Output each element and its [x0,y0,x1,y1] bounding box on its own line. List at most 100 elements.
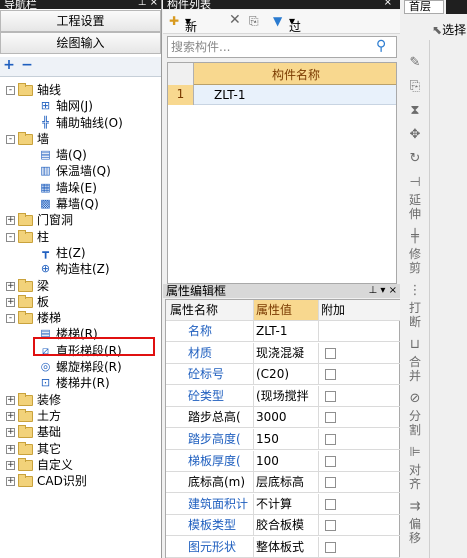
property-row[interactable]: 踏步高度(150 [166,429,401,450]
tool-label[interactable]: 合并 [408,355,422,383]
expand-icon[interactable]: + [6,395,15,405]
tree-item[interactable]: + 基础 [0,424,161,440]
tree-item[interactable]: + 板 [0,294,161,310]
split-icon[interactable]: ⊘ [404,391,426,406]
filter-button[interactable]: 过滤▾ [289,14,301,51]
collapse-icon[interactable]: - [6,232,15,242]
tree-item[interactable]: ▦ 墙垛(E) [0,180,161,196]
property-value[interactable]: (C20) [253,364,318,385]
tree-item[interactable]: + 其它 [0,441,161,457]
collapse-icon[interactable]: - [6,86,15,95]
property-value[interactable]: 胶合板模 [253,515,318,536]
tool-label[interactable]: 打断 [408,301,422,329]
property-row[interactable]: 图元形状 整体板式 [166,537,401,558]
expand-icon[interactable]: + [6,281,15,291]
move-icon[interactable]: ✥ [404,127,426,142]
property-value[interactable]: 3000 [253,407,318,428]
new-button[interactable]: 新建▾ [185,14,197,51]
expand-icon[interactable]: + [6,428,15,438]
property-value[interactable]: ZLT-1 [253,321,318,341]
table-row[interactable]: 1 ZLT-1 [168,85,396,105]
floor-selector[interactable]: 首层 [404,0,444,14]
extra-checkbox[interactable] [325,412,336,424]
property-row[interactable]: 底标高(m) 层底标高 [166,472,401,494]
property-row[interactable]: 建筑面积计 不计算 [166,493,401,515]
collapse-icon[interactable]: - [6,134,15,144]
extra-checkbox[interactable] [325,434,336,445]
property-value[interactable]: 100 [253,450,318,471]
expand-icon[interactable]: + [6,444,15,454]
property-row[interactable]: 梯板厚度(100 [166,450,401,472]
expand-icon[interactable]: + [6,411,15,421]
extra-checkbox[interactable] [325,455,336,467]
panel-close-icon[interactable]: × [384,0,392,8]
expand-icon[interactable]: + [6,477,15,487]
tool-label[interactable]: 对齐 [408,463,422,491]
collapse-all-icon[interactable]: − [20,58,34,73]
tree-item[interactable]: -墙 [0,131,161,147]
tree-item[interactable]: + 门窗洞 [0,212,161,228]
project-settings-button[interactable]: 工程设置 [0,10,161,32]
expand-icon[interactable]: + [6,460,15,470]
tree-item[interactable]: - 轴线 [0,82,161,98]
select-button[interactable]: ⬉选择 [432,20,467,40]
expand-icon[interactable]: + [6,297,15,307]
tree-item[interactable]: + 土方 [0,408,161,424]
extra-checkbox[interactable] [325,477,336,489]
property-value[interactable]: (现场搅拌 [253,385,318,406]
property-value[interactable]: 整体板式 [253,537,318,557]
tool-label[interactable]: 偏移 [408,517,422,545]
tool-label[interactable]: 修剪 [408,247,422,275]
tree-item[interactable]: + CAD识别 [0,473,161,489]
property-row[interactable]: 名称 ZLT-1 [166,321,401,342]
extend-icon[interactable]: ⊣ [404,175,426,190]
extra-checkbox[interactable] [325,369,336,381]
tree-item[interactable]: ▩ 幕墙(Q) [0,196,161,212]
align-icon[interactable]: ⊫ [404,445,426,460]
tree-item[interactable]: ◎ 螺旋梯段(R) [0,359,161,375]
property-row[interactable]: 砼标号 (C20) [166,364,401,386]
property-row[interactable]: 踏步总高(3000 [166,407,401,429]
drawing-input-button[interactable]: 绘图输入 [0,32,161,54]
extra-checkbox[interactable] [325,347,336,359]
tree-item[interactable]: ╬ 辅助轴线(O) [0,115,161,131]
property-panel-controls[interactable]: ⊥ ▾ × [369,284,397,298]
search-icon[interactable]: ⚲ [376,38,386,54]
tool-label[interactable]: 分割 [408,409,422,437]
extra-checkbox[interactable] [325,390,336,402]
expand-icon[interactable]: + [6,216,15,226]
rotate-icon[interactable]: ↻ [404,151,426,166]
tree-item[interactable]: -柱 [0,229,161,245]
tree-item[interactable]: ⊞ 轴网(J) [0,98,161,114]
tool-label[interactable]: 延伸 [408,193,422,221]
tree-item[interactable]: + 装修 [0,392,161,408]
trim-icon[interactable]: ╪ [404,229,426,244]
extra-checkbox[interactable] [325,520,336,532]
property-value[interactable]: 不计算 [253,493,318,514]
copy-icon[interactable]: ⎘ [404,79,426,94]
offset-icon[interactable]: ⇉ [404,499,426,514]
copy-component-icon[interactable]: ⎘ [249,14,259,29]
extra-checkbox[interactable] [325,542,336,553]
collapse-icon[interactable]: - [6,314,15,324]
tree-item[interactable]: ▤ 墙(Q) [0,147,161,163]
property-row[interactable]: 模板类型 胶合板模 [166,515,401,537]
property-value[interactable]: 层底标高 [253,472,318,493]
pen-icon[interactable]: ✎ [404,55,426,70]
tree-item[interactable]: - 楼梯 [0,310,161,326]
break-icon[interactable]: ⋮ [404,283,426,298]
tree-item[interactable]: ⊕ 构造柱(Z) [0,261,161,277]
search-input[interactable]: 搜索构件... [167,36,397,58]
expand-all-icon[interactable]: + [2,58,16,73]
property-value[interactable]: 150 [253,429,318,449]
tree-item[interactable]: ⊡ 楼梯井(R) [0,375,161,391]
delete-icon[interactable]: ✕ [229,12,241,28]
property-row[interactable]: 砼类型 (现场搅拌 [166,385,401,407]
floor-dropdown[interactable] [446,0,467,14]
property-row[interactable]: 材质 现浇混凝 [166,342,401,364]
tree-item[interactable]: + 自定义 [0,457,161,473]
tree-item[interactable]: ▥ 保温墙(Q) [0,163,161,179]
property-value[interactable]: 现浇混凝 [253,342,318,363]
mirror-icon[interactable]: ⧗ [404,103,426,118]
merge-icon[interactable]: ⊔ [404,337,426,352]
